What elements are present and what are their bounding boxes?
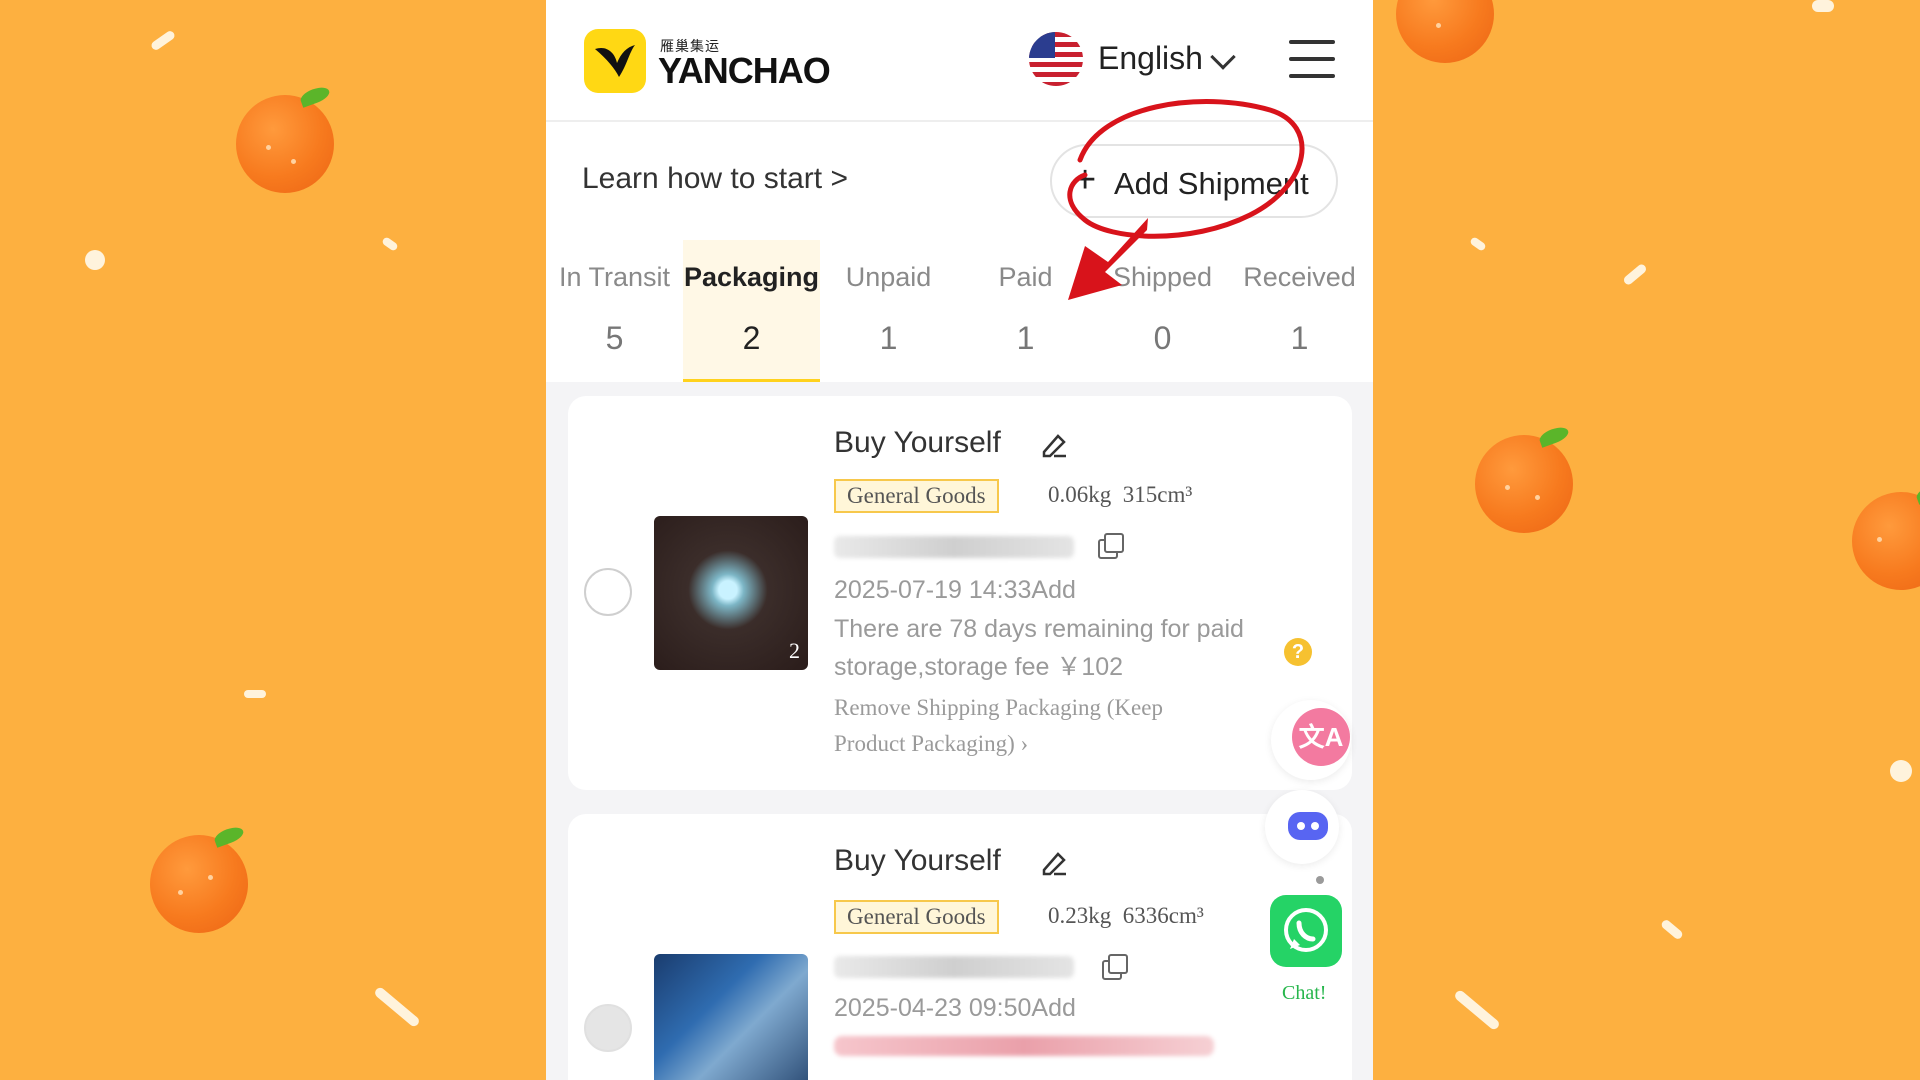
yanchao-logo-icon[interactable] <box>584 29 646 93</box>
card-title: Buy Yourself <box>834 426 1001 459</box>
add-shipment-button[interactable]: + Add Shipment <box>1050 144 1338 218</box>
shipment-card[interactable]: Buy Yourself General Goods 0.23kg 6336cm… <box>568 814 1352 1080</box>
chevron-down-icon[interactable] <box>1210 44 1236 70</box>
speck-decoration <box>1469 236 1487 252</box>
orange-decoration <box>236 95 334 193</box>
image-count: 2 <box>789 638 800 663</box>
status-tabs: In Transit 5 Packaging 2 Unpaid 1 Paid 1… <box>546 240 1373 382</box>
product-thumbnail[interactable] <box>654 954 808 1080</box>
volume-value: 6336cm³ <box>1122 903 1204 928</box>
chat-label[interactable]: Chat! <box>1282 982 1326 1005</box>
whatsapp-icon[interactable] <box>1270 895 1342 967</box>
edit-icon[interactable] <box>1038 846 1070 878</box>
tab-paid[interactable]: Paid 1 <box>957 240 1094 382</box>
tab-count: 5 <box>605 320 624 356</box>
us-flag-icon[interactable] <box>1029 32 1083 86</box>
weight-value: 0.06kg <box>1048 482 1112 507</box>
mobile-app-panel: 雁巢集运 YANCHAO English Learn how to start … <box>546 0 1373 1080</box>
speck-decoration <box>244 690 266 698</box>
help-icon[interactable]: ? <box>1284 638 1312 666</box>
speck-decoration <box>381 236 399 252</box>
storage-notice: There are 78 days remaining for paid sto… <box>834 615 1244 681</box>
warning-text-redacted <box>834 1036 1214 1056</box>
tab-packaging[interactable]: Packaging 2 <box>683 240 820 382</box>
divider-dot <box>1316 876 1324 884</box>
packaging-option-label: Remove Shipping Packaging (Keep Product … <box>834 695 1163 756</box>
tab-label: Packaging <box>683 262 820 292</box>
tab-count: 0 <box>1153 320 1172 356</box>
tab-count: 1 <box>1016 320 1035 356</box>
tab-label: Shipped <box>1112 262 1213 292</box>
orange-decoration <box>150 835 248 933</box>
select-radio[interactable] <box>584 568 632 616</box>
shipment-card[interactable]: 2 Buy Yourself General Goods 0.06kg 315c… <box>568 396 1352 790</box>
tab-unpaid[interactable]: Unpaid 1 <box>820 240 957 382</box>
select-radio[interactable] <box>584 1004 632 1052</box>
tab-count: 1 <box>1290 320 1309 356</box>
orange-decoration <box>1475 435 1573 533</box>
add-shipment-label: Add Shipment <box>1114 166 1309 201</box>
tab-count: 2 <box>742 320 761 356</box>
language-selector[interactable]: English <box>1098 40 1203 77</box>
learn-how-link[interactable]: Learn how to start > <box>582 162 848 196</box>
chevron-right-icon: › <box>1020 731 1029 756</box>
speck-decoration <box>1890 760 1912 782</box>
goods-type-tag: General Goods <box>834 479 999 513</box>
app-header: 雁巢集运 YANCHAO English <box>546 0 1373 122</box>
goods-type-tag: General Goods <box>834 900 999 934</box>
weight-value: 0.23kg <box>1048 903 1112 928</box>
weight-volume: 0.23kg 6336cm³ <box>1048 903 1204 929</box>
tab-count: 1 <box>879 320 898 356</box>
tab-label: Unpaid <box>845 262 932 292</box>
tracking-number-redacted <box>834 956 1074 978</box>
copy-icon[interactable] <box>1102 954 1128 980</box>
speck-decoration <box>1453 988 1501 1032</box>
action-bar: Learn how to start > + Add Shipment <box>546 122 1373 240</box>
tab-shipped[interactable]: Shipped 0 <box>1094 240 1231 382</box>
translate-icon[interactable]: 文A <box>1292 708 1350 766</box>
orange-decoration <box>1396 0 1494 63</box>
tracking-number-redacted <box>834 536 1074 558</box>
speck-decoration <box>1659 918 1685 941</box>
tab-label: In Transit <box>558 262 671 292</box>
speck-decoration <box>1812 0 1834 12</box>
tab-received[interactable]: Received 1 <box>1231 240 1368 382</box>
tab-label: Received <box>1243 262 1356 292</box>
speck-decoration <box>1622 262 1648 287</box>
logo-wordmark: YANCHAO <box>658 50 831 91</box>
hamburger-menu-icon[interactable] <box>1289 36 1335 82</box>
tab-in-transit[interactable]: In Transit 5 <box>546 240 683 382</box>
added-date: 2025-04-23 09:50Add <box>834 994 1076 1022</box>
tab-label: Paid <box>998 262 1053 292</box>
volume-value: 315cm³ <box>1122 482 1193 507</box>
plus-icon: + <box>1074 159 1097 201</box>
orange-decoration <box>1852 492 1920 590</box>
card-title: Buy Yourself <box>834 844 1001 877</box>
speck-decoration <box>85 250 105 270</box>
edit-icon[interactable] <box>1038 428 1070 460</box>
added-date: 2025-07-19 14:33Add <box>834 576 1076 604</box>
packaging-option-link[interactable]: Remove Shipping Packaging (Keep Product … <box>834 690 1234 762</box>
weight-volume: 0.06kg 315cm³ <box>1048 482 1192 508</box>
copy-icon[interactable] <box>1098 533 1124 559</box>
speck-decoration <box>373 985 421 1029</box>
discord-icon <box>1288 812 1328 840</box>
product-thumbnail[interactable]: 2 <box>654 516 808 670</box>
speck-decoration <box>149 29 177 52</box>
